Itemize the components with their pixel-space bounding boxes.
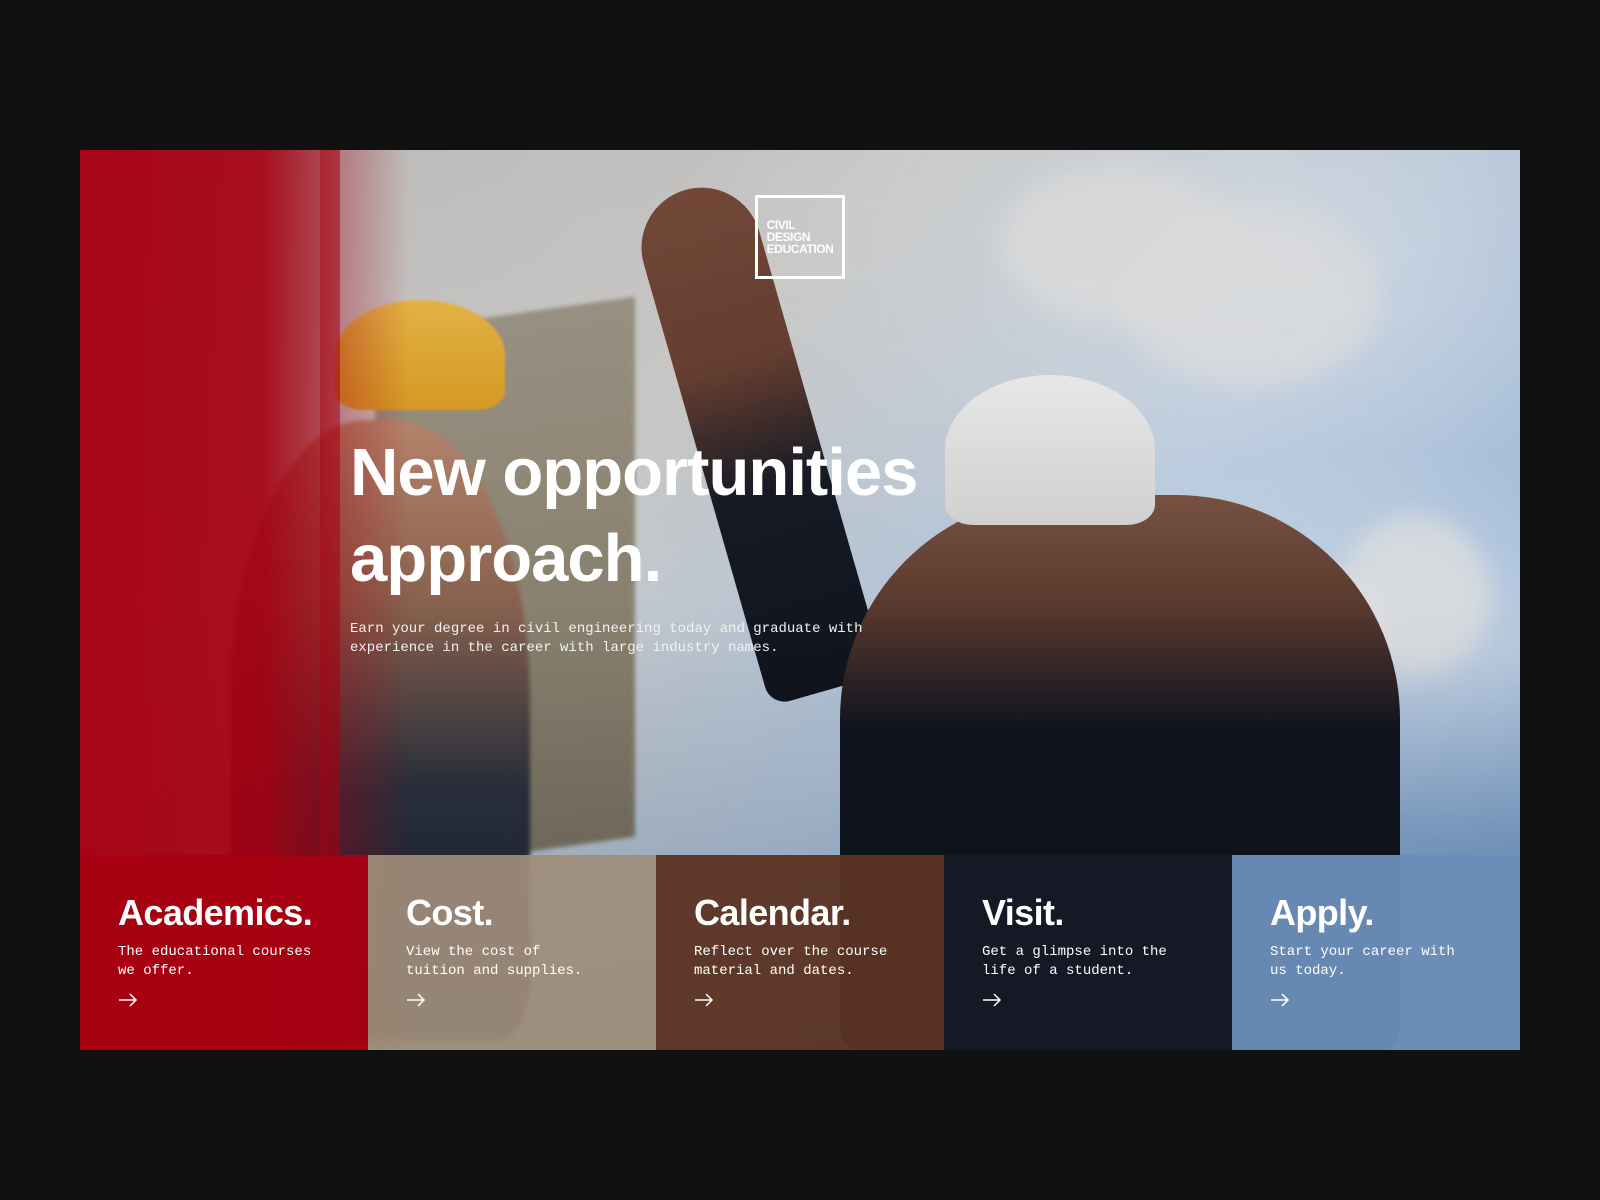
tile-description: View the cost of tuition and supplies. xyxy=(406,944,583,979)
brand-logo-text: CIVIL DESIGN EDUCATION xyxy=(767,219,834,255)
tile-title: Calendar. xyxy=(694,892,851,933)
hero-subtext: Earn your degree in civil engineering to… xyxy=(350,621,863,656)
tile-title: Apply. xyxy=(1270,892,1374,933)
arrow-right-icon[interactable] xyxy=(406,993,426,1007)
tile-apply[interactable]: Apply. Start your career with us today. xyxy=(1232,855,1520,1050)
tile-calendar[interactable]: Calendar. Reflect over the course materi… xyxy=(656,855,944,1050)
landing-page: CIVIL DESIGN EDUCATION New opportunities… xyxy=(80,150,1520,1050)
arrow-right-icon[interactable] xyxy=(1270,993,1290,1007)
hero-headline-line: approach. xyxy=(350,521,662,596)
brand-logo[interactable]: CIVIL DESIGN EDUCATION xyxy=(755,195,845,279)
hero-headline-line: New opportunities xyxy=(350,435,918,510)
tile-title: Cost. xyxy=(406,892,494,933)
tile-title: Visit. xyxy=(982,892,1064,933)
tile-cost[interactable]: Cost. View the cost of tuition and suppl… xyxy=(368,855,656,1050)
tile-title: Academics. xyxy=(118,892,313,933)
tile-academics[interactable]: Academics. The educational courses we of… xyxy=(80,855,368,1050)
navigation-tiles: Academics. The educational courses we of… xyxy=(80,855,1520,1050)
tile-description: Start your career with us today. xyxy=(1270,944,1455,979)
tile-description: The educational courses we offer. xyxy=(118,944,312,979)
tile-description: Reflect over the course material and dat… xyxy=(694,944,888,979)
arrow-right-icon[interactable] xyxy=(118,993,138,1007)
tile-description: Get a glimpse into the life of a student… xyxy=(982,944,1167,979)
arrow-right-icon[interactable] xyxy=(982,993,1002,1007)
tile-visit[interactable]: Visit. Get a glimpse into the life of a … xyxy=(944,855,1232,1050)
arrow-right-icon[interactable] xyxy=(694,993,714,1007)
hero-headline: New opportunities approach. xyxy=(350,430,1050,602)
logo-line: EDUCATION xyxy=(766,242,834,256)
